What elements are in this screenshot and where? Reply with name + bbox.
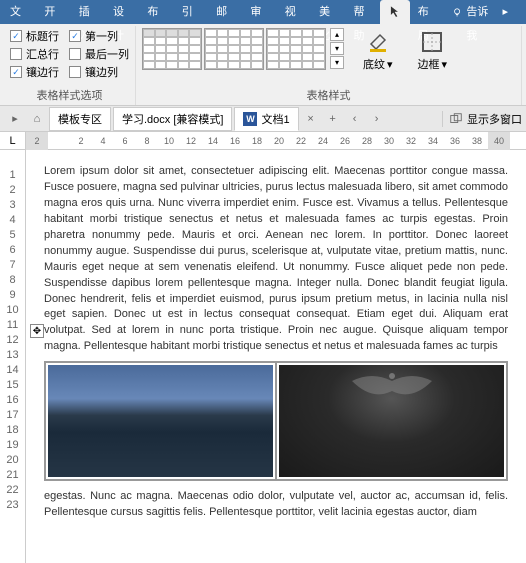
ruler-bar: L 2246810121416182022242628303234363840: [0, 132, 526, 150]
group-label-options: 表格样式选项: [10, 85, 129, 105]
chk-last-col[interactable]: 最后一列: [69, 46, 129, 62]
chk-header-row[interactable]: 标题行: [10, 28, 59, 44]
chevron-down-icon: ▾: [387, 58, 393, 71]
menu-ref[interactable]: 引用: [174, 0, 208, 24]
chk-first-col[interactable]: 第一列: [69, 28, 129, 44]
tab-doc1[interactable]: 学习.docx [兼容模式]: [113, 107, 232, 131]
table-style-2[interactable]: [204, 28, 264, 70]
bucket-icon: [366, 30, 390, 54]
doc-tabs: ▸ ⌂ 模板专区 学习.docx [兼容模式] W文档1 × + ‹ › 显示多…: [0, 106, 526, 132]
home-tab-button[interactable]: ⌂: [26, 108, 48, 130]
tab-template[interactable]: 模板专区: [49, 107, 111, 131]
tab-close[interactable]: ×: [300, 108, 322, 130]
tab-new[interactable]: +: [322, 108, 344, 130]
chk-banded-col[interactable]: 镶边列: [69, 64, 129, 80]
style-gallery[interactable]: [142, 28, 326, 70]
menu-file[interactable]: 文件: [2, 0, 36, 24]
chk-banded-row[interactable]: 镶边行: [10, 64, 59, 80]
menu-insert[interactable]: 插入: [71, 0, 105, 24]
chk-total-row[interactable]: 汇总行: [10, 46, 59, 62]
menu-beautify[interactable]: 美化: [311, 0, 345, 24]
tab-list-button[interactable]: ▸: [4, 108, 26, 130]
multi-window[interactable]: 显示多窗口: [442, 111, 522, 127]
menu-table-layout[interactable]: 布局: [410, 0, 444, 24]
image-table[interactable]: [44, 361, 508, 481]
group-label-styles: 表格样式: [142, 85, 515, 105]
word-icon: W: [243, 112, 257, 126]
image-ornament[interactable]: [279, 365, 504, 477]
gallery-more[interactable]: ▾: [330, 56, 344, 69]
shading-button[interactable]: 底纹▾: [357, 28, 399, 74]
gallery-up[interactable]: ▴: [330, 28, 344, 41]
table-style-3[interactable]: [266, 28, 326, 70]
vertical-ruler[interactable]: 1234567891011121314151617181920212223: [0, 150, 26, 563]
menu-help[interactable]: 帮助: [345, 0, 379, 24]
tab-prev[interactable]: ‹: [344, 108, 366, 130]
menu-table-design[interactable]: [380, 0, 410, 24]
gallery-spinner[interactable]: ▴▾▾: [330, 28, 344, 69]
chevron-down-icon: ▾: [442, 58, 448, 71]
windows-icon: [449, 112, 463, 126]
body-paragraph-2[interactable]: egestas. Nunc ac magna. Maecenas odio do…: [44, 489, 508, 521]
table-cell-1[interactable]: [45, 362, 276, 480]
menu-home[interactable]: 开始: [36, 0, 70, 24]
group-table-options: 标题行 第一列 汇总行 最后一列 镶边行 镶边列 表格样式选项: [4, 26, 136, 105]
menu-view[interactable]: 视图: [277, 0, 311, 24]
tab-next[interactable]: ›: [366, 108, 388, 130]
cursor-icon: [388, 5, 402, 19]
bulb-icon: [452, 5, 462, 19]
ribbon: 标题行 第一列 汇总行 最后一列 镶边行 镶边列 表格样式选项 ▴▾▾ 底纹▾: [0, 24, 526, 106]
menu-bar: 文件 开始 插入 设计 布局 引用 邮件 审阅 视图 美化 帮助 布局 告诉我 …: [0, 0, 526, 24]
menu-mail[interactable]: 邮件: [208, 0, 242, 24]
menu-layout[interactable]: 布局: [139, 0, 173, 24]
menu-review[interactable]: 审阅: [242, 0, 276, 24]
horizontal-ruler[interactable]: 2246810121416182022242628303234363840: [26, 132, 526, 149]
ruler-corner[interactable]: L: [0, 132, 26, 149]
image-seascape[interactable]: [48, 365, 273, 477]
document-area: 1234567891011121314151617181920212223 Lo…: [0, 150, 526, 563]
group-table-styles: ▴▾▾ 底纹▾ 边框▾ 表格样式: [136, 26, 522, 105]
menu-design[interactable]: 设计: [105, 0, 139, 24]
page: Lorem ipsum dolor sit amet, consectetuer…: [26, 150, 526, 563]
table-cell-2[interactable]: [276, 362, 507, 480]
body-paragraph-1[interactable]: Lorem ipsum dolor sit amet, consectetuer…: [44, 164, 508, 355]
table-style-1[interactable]: [142, 28, 202, 70]
table-move-handle[interactable]: ✥: [30, 324, 44, 338]
gallery-down[interactable]: ▾: [330, 42, 344, 55]
border-icon: [420, 30, 444, 54]
borders-button[interactable]: 边框▾: [412, 28, 454, 74]
menu-more[interactable]: ▸: [494, 0, 516, 24]
tell-me[interactable]: 告诉我: [462, 0, 494, 24]
tab-doc2[interactable]: W文档1: [234, 107, 298, 131]
